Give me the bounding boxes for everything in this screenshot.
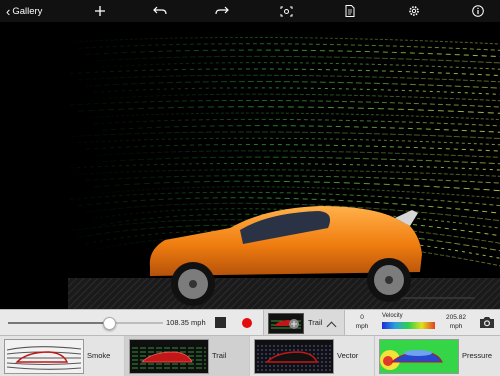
- wind-speed-value: 108.35 mph: [166, 318, 206, 327]
- smoke-thumbnail: [4, 339, 84, 374]
- velocity-max-value: 205.82: [446, 314, 466, 321]
- mode-pressure-label: Pressure: [462, 351, 493, 360]
- airflow-trail-line: [77, 137, 500, 146]
- airflow-trail-line: [101, 62, 500, 70]
- mode-pressure[interactable]: Pressure: [375, 336, 500, 376]
- velocity-min-value: 0: [360, 314, 364, 321]
- airflow-trail-line: [85, 81, 500, 89]
- airflow-trail-line: [93, 87, 500, 95]
- airflow-trail-line: [69, 131, 500, 139]
- airflow-trail-line: [85, 112, 500, 121]
- reset-view-button[interactable]: [278, 0, 294, 22]
- redo-icon: [215, 6, 229, 15]
- airflow-trail-line: [93, 55, 500, 64]
- airflow-trail-line: [69, 191, 500, 207]
- airflow-trail-line: [77, 74, 500, 83]
- mode-smoke[interactable]: Smoke: [0, 336, 125, 376]
- airflow-trail-line: [69, 68, 500, 76]
- camera-reset-icon: [280, 6, 292, 16]
- airflow-trail-line: [69, 162, 500, 171]
- airflow-trail-line: [77, 43, 500, 51]
- gallery-back-button[interactable]: ‹ Gallery: [6, 0, 42, 22]
- settings-button[interactable]: [406, 0, 422, 22]
- chevron-left-icon: ‹: [6, 3, 11, 19]
- simulation-controls: 108.35 mph Trail 0 mph Velocity 205.82 m…: [0, 309, 500, 336]
- mode-vector[interactable]: Vector: [250, 336, 375, 376]
- add-button[interactable]: [92, 0, 108, 22]
- airflow-trail-line: [69, 99, 500, 108]
- mode-trail-label: Trail: [212, 351, 227, 360]
- velocity-max-unit: mph: [449, 323, 463, 330]
- ground-plane: [68, 278, 500, 309]
- undo-button[interactable]: [151, 0, 169, 22]
- trail-thumbnail: [129, 339, 209, 374]
- gear-icon: [409, 6, 419, 16]
- mode-vector-label: Vector: [337, 351, 359, 360]
- trail-mode-thumbnail: [268, 313, 304, 334]
- airflow-trail-line: [77, 106, 500, 114]
- pressure-thumbnail: [379, 339, 459, 374]
- velocity-legend-title: Velocity: [382, 313, 403, 319]
- velocity-color-scale: [382, 322, 435, 329]
- document-icon: [345, 5, 355, 17]
- chevron-up-icon: [326, 321, 337, 332]
- airflow-trail-line: [93, 180, 500, 192]
- vector-thumbnail: [254, 339, 334, 374]
- redo-button[interactable]: [213, 0, 231, 22]
- stop-button[interactable]: [215, 317, 226, 328]
- velocity-min: 0 mph: [348, 313, 376, 331]
- mode-trail[interactable]: Trail: [125, 336, 250, 376]
- airflow-trail-line: [85, 175, 500, 184]
- airflow-trail-line: [101, 156, 500, 165]
- airflow-trail-line: [93, 118, 500, 127]
- airflow-trail-line: [85, 144, 500, 152]
- airflow-scene: [68, 36, 500, 309]
- visualization-mode-bar: Smoke Trail Vector Pressure: [0, 335, 500, 376]
- record-button[interactable]: [242, 318, 252, 328]
- velocity-min-unit: mph: [355, 323, 369, 330]
- snapshot-button[interactable]: [479, 316, 495, 329]
- velocity-max: 205.82 mph: [438, 313, 474, 331]
- camera-icon: [480, 317, 494, 328]
- selected-mode-label: Trail: [308, 318, 323, 327]
- wind-tunnel-viewport[interactable]: [0, 22, 500, 309]
- airflow-trail-line: [101, 186, 500, 199]
- wind-speed-slider-fill: [8, 322, 109, 324]
- gallery-back-label: Gallery: [12, 5, 43, 17]
- document-button[interactable]: [342, 0, 358, 22]
- top-toolbar: ‹ Gallery: [0, 0, 500, 22]
- airflow-trail-line: [69, 36, 500, 45]
- airflow-trail-line: [93, 150, 500, 158]
- airflow-trail-line: [101, 125, 500, 133]
- info-button[interactable]: [470, 0, 486, 22]
- airflow-trail-line: [85, 49, 500, 58]
- info-icon: [472, 5, 484, 17]
- airflow-trail-line: [101, 93, 500, 102]
- mode-smoke-label: Smoke: [87, 351, 111, 360]
- visualization-mode-selector[interactable]: Trail: [263, 310, 345, 336]
- airflow-trail-line: [77, 169, 500, 177]
- plus-icon: [95, 6, 105, 16]
- wind-speed-slider-knob[interactable]: [102, 317, 116, 330]
- wind-speed-slider[interactable]: [8, 322, 163, 324]
- undo-icon: [153, 6, 167, 15]
